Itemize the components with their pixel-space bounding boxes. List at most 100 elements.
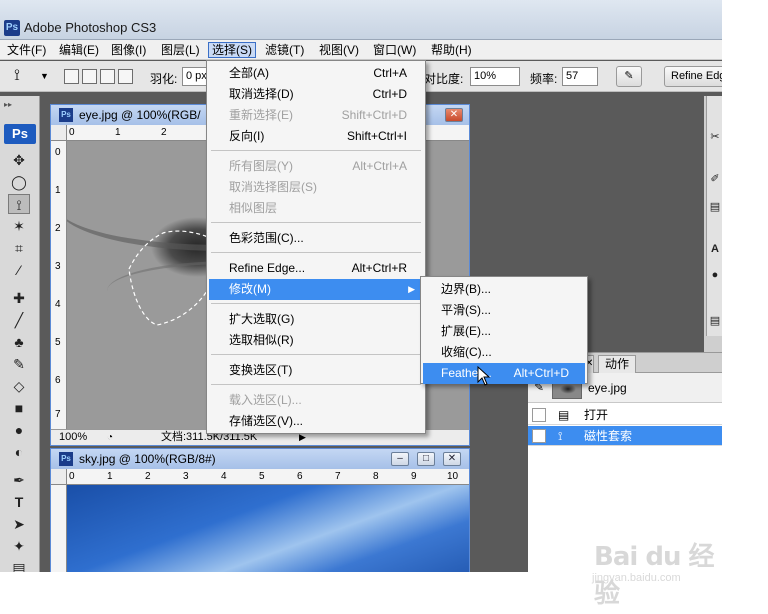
gradient-tool-icon[interactable]: ■ — [8, 398, 30, 418]
menu-item-reselect[interactable]: 重新选择(E) Shift+Ctrl+D — [209, 105, 423, 126]
tool-presets-icon[interactable]: ✂ — [709, 130, 721, 144]
brush-tool-icon[interactable]: ╱ — [8, 310, 30, 330]
tablet-pressure-icon[interactable]: ✎ — [616, 66, 642, 87]
status-menu-icon[interactable]: ◔ — [107, 430, 113, 445]
marquee-tool-icon[interactable]: ◯ — [8, 172, 30, 192]
menu-image[interactable]: 图像(I) — [108, 42, 149, 58]
history-state-row[interactable]: ▤ 打开 — [528, 405, 722, 425]
menu-item-select-all[interactable]: 全部(A) Ctrl+A — [209, 63, 423, 84]
paragraph-icon[interactable]: ▤ — [709, 314, 721, 328]
menu-view[interactable]: 视图(V) — [316, 42, 362, 58]
document-title-bar[interactable]: Ps sky.jpg @ 100%(RGB/8#) – □ ✕ — [51, 449, 469, 469]
menu-bar: 文件(F) 编辑(E) 图像(I) 图层(L) 选择(S) 滤镜(T) 视图(V… — [0, 40, 722, 60]
submenu-item-contract[interactable]: 收缩(C)... — [423, 342, 585, 363]
subtract-selection-icon[interactable] — [100, 69, 115, 84]
menu-item-refine-edge[interactable]: Refine Edge... Alt+Ctrl+R — [209, 258, 423, 279]
menu-item-modify[interactable]: 修改(M) ▶ — [209, 279, 423, 300]
history-checkbox[interactable] — [532, 408, 546, 422]
character-icon[interactable]: A — [709, 242, 721, 256]
menu-item-inverse[interactable]: 反向(I) Shift+Ctrl+I — [209, 126, 423, 147]
horizontal-ruler: 0 1 2 3 4 5 6 7 8 9 10 — [67, 469, 469, 485]
photoshop-app: Ps Adobe Photoshop CS3 文件(F) 编辑(E) 图像(I)… — [0, 0, 722, 572]
healing-brush-tool-icon[interactable]: ✚ — [8, 288, 30, 308]
select-menu-dropdown: 全部(A) Ctrl+A 取消选择(D) Ctrl+D 重新选择(E) Shift+C… — [206, 60, 426, 434]
menu-filter[interactable]: 滤镜(T) — [262, 42, 307, 58]
submenu-item-feather[interactable]: Feather... Alt+Ctrl+D — [423, 363, 585, 384]
tab-actions[interactable]: 动作 — [598, 355, 637, 373]
feather-input[interactable]: 0 px — [182, 67, 208, 86]
history-state-row[interactable]: ⟟ 磁性套索 — [528, 426, 722, 446]
photoshop-badge-icon[interactable]: Ps — [4, 124, 36, 144]
history-checkbox[interactable] — [532, 429, 546, 443]
clone-source-icon[interactable]: ▤ — [709, 200, 721, 214]
dodge-tool-icon[interactable]: ◐ — [8, 442, 30, 462]
submenu-item-smooth[interactable]: 平滑(S)... — [423, 300, 585, 321]
ruler-tick-label: 2 — [145, 471, 151, 482]
close-icon[interactable]: ✕ — [443, 452, 461, 466]
notes-tool-icon[interactable]: ▤ — [8, 558, 30, 572]
eyedropper-tool-icon[interactable]: ⁄ — [8, 260, 30, 280]
swatches-icon[interactable]: ● — [709, 268, 721, 282]
ruler-tick-label: 4 — [221, 471, 227, 482]
crop-tool-icon[interactable]: ⌗ — [8, 238, 30, 258]
menu-edit[interactable]: 编辑(E) — [56, 42, 102, 58]
menu-window[interactable]: 窗口(W) — [370, 42, 419, 58]
menu-select[interactable]: 选择(S) — [208, 42, 256, 58]
menu-item-transform-selection[interactable]: 变换选区(T) — [209, 360, 423, 381]
menu-item-save-selection[interactable]: 存储选区(V)... — [209, 411, 423, 432]
magic-wand-tool-icon[interactable]: ✶ — [8, 216, 30, 236]
menu-item-grow[interactable]: 扩大选取(G) — [209, 309, 423, 330]
ruler-tick-label: 6 — [297, 471, 303, 482]
move-tool-icon[interactable]: ✥ — [8, 150, 30, 170]
brushes-icon[interactable]: ✐ — [709, 172, 721, 186]
pen-tool-icon[interactable]: ✒ — [8, 470, 30, 490]
add-to-selection-icon[interactable] — [82, 69, 97, 84]
submenu-item-expand[interactable]: 扩展(E)... — [423, 321, 585, 342]
new-selection-icon[interactable] — [64, 69, 79, 84]
menu-help[interactable]: 帮助(H) — [428, 42, 475, 58]
lasso-preset-icon[interactable]: ⟟ — [14, 67, 20, 85]
menu-item-similar-layers[interactable]: 相似图层 — [209, 198, 423, 219]
feather-label: 羽化: — [150, 72, 178, 86]
close-icon[interactable]: ✕ — [445, 108, 463, 122]
history-brush-tool-icon[interactable]: ✎ — [8, 354, 30, 374]
toolbox-grip-icon[interactable]: ▸▸ — [4, 100, 12, 109]
magnetic-lasso-icon: ⟟ — [558, 429, 563, 443]
intersect-selection-icon[interactable] — [118, 69, 133, 84]
snapshot-label: eye.jpg — [588, 381, 627, 395]
menu-item-deselect[interactable]: 取消选择(D) Ctrl+D — [209, 84, 423, 105]
menu-file[interactable]: 文件(F) — [4, 42, 49, 58]
sky-image-canvas[interactable] — [67, 485, 469, 572]
chevron-down-icon[interactable]: ▼ — [40, 71, 49, 81]
frequency-input[interactable]: 57 — [562, 67, 598, 86]
clone-stamp-tool-icon[interactable]: ♣ — [8, 332, 30, 352]
document-title: eye.jpg @ 100%(RGB/ — [79, 108, 201, 122]
blur-tool-icon[interactable]: ● — [8, 420, 30, 440]
menu-layer[interactable]: 图层(L) — [158, 42, 203, 58]
menu-separator — [211, 150, 421, 151]
magnetic-lasso-tool-icon[interactable]: ⟟ — [8, 194, 30, 214]
menu-item-load-selection[interactable]: 载入选区(L)... — [209, 390, 423, 411]
contrast-input[interactable]: 10% — [470, 67, 520, 86]
submenu-item-border[interactable]: 边界(B)... — [423, 279, 585, 300]
menu-separator — [211, 354, 421, 355]
document-window-sky[interactable]: Ps sky.jpg @ 100%(RGB/8#) – □ ✕ 0 1 2 3 … — [50, 448, 470, 572]
open-document-icon: ▤ — [558, 408, 570, 422]
menu-item-deselect-layers[interactable]: 取消选择图层(S) — [209, 177, 423, 198]
right-dock-panel-icons: ✂ ✐ ▤ A ● ▤ — [706, 96, 722, 336]
title-bar: Ps Adobe Photoshop CS3 — [0, 0, 722, 40]
minimize-icon[interactable]: – — [391, 452, 409, 466]
menu-item-all-layers[interactable]: 所有图层(Y) Alt+Ctrl+A — [209, 156, 423, 177]
menu-item-color-range[interactable]: 色彩范围(C)... — [209, 228, 423, 249]
type-tool-icon[interactable]: T — [8, 492, 30, 512]
path-selection-tool-icon[interactable]: ➤ — [8, 514, 30, 534]
mouse-cursor-icon — [477, 366, 491, 386]
custom-shape-tool-icon[interactable]: ✦ — [8, 536, 30, 556]
ruler-corner — [51, 469, 67, 485]
window-title: Adobe Photoshop CS3 — [24, 20, 157, 35]
menu-item-similar[interactable]: 选取相似(R) — [209, 330, 423, 351]
maximize-icon[interactable]: □ — [417, 452, 435, 466]
refine-edge-button[interactable]: Refine Edge... — [664, 66, 722, 87]
eraser-tool-icon[interactable]: ◇ — [8, 376, 30, 396]
zoom-level[interactable]: 100% — [59, 430, 87, 445]
